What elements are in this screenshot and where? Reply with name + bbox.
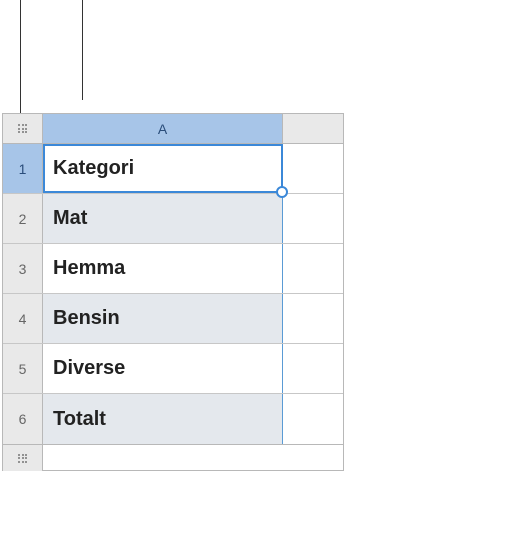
selection-handle[interactable]: [276, 186, 288, 198]
spreadsheet-table: A 1 Kategori 2 Mat 3 Hemma 4 Bensin 5 Diverse 6 Tot…: [2, 113, 344, 471]
table-row: 6 Totalt: [3, 394, 343, 444]
row-header-2[interactable]: 2: [3, 194, 43, 243]
row-header-3[interactable]: 3: [3, 244, 43, 293]
cell-extra: [283, 194, 343, 243]
row-number-label: 4: [19, 311, 27, 327]
data-rows: 1 Kategori 2 Mat 3 Hemma 4 Bensin 5 Diverse 6 Total…: [3, 144, 343, 444]
row-number-label: 6: [19, 411, 27, 427]
row-header-5[interactable]: 5: [3, 344, 43, 393]
row-header-1[interactable]: 1: [3, 144, 43, 193]
column-header-label: A: [158, 121, 167, 137]
cell-value: Bensin: [53, 307, 120, 330]
cell-extra: [283, 144, 343, 193]
cell-value: Kategori: [53, 157, 134, 180]
cell-extra: [283, 394, 343, 444]
row-number-label: 2: [19, 211, 27, 227]
column-header-A[interactable]: A: [43, 114, 283, 143]
row-number-label: 5: [19, 361, 27, 377]
cell-A1[interactable]: Kategori: [43, 144, 283, 193]
bottom-spacer: [43, 445, 343, 470]
callout-line-2: [82, 0, 83, 100]
grip-icon: [18, 454, 27, 463]
cell-A2[interactable]: Mat: [43, 194, 283, 243]
cell-A4[interactable]: Bensin: [43, 294, 283, 343]
add-row-handle[interactable]: [3, 445, 43, 471]
table-row: 1 Kategori: [3, 144, 343, 194]
cell-value: Mat: [53, 207, 87, 230]
cell-A3[interactable]: Hemma: [43, 244, 283, 293]
cell-value: Diverse: [53, 357, 125, 380]
table-row: 4 Bensin: [3, 294, 343, 344]
row-header-6[interactable]: 6: [3, 394, 43, 444]
cell-extra: [283, 294, 343, 343]
callout-line-1: [20, 0, 21, 113]
cell-value: Hemma: [53, 257, 125, 280]
row-number-label: 3: [19, 261, 27, 277]
grip-icon: [18, 124, 27, 133]
column-header-row: A: [3, 114, 343, 144]
cell-extra: [283, 244, 343, 293]
cell-value: Totalt: [53, 408, 106, 431]
cell-A6[interactable]: Totalt: [43, 394, 283, 444]
cell-A5[interactable]: Diverse: [43, 344, 283, 393]
table-row: 3 Hemma: [3, 244, 343, 294]
bottom-handle-row: [3, 444, 343, 470]
cell-extra: [283, 344, 343, 393]
row-header-4[interactable]: 4: [3, 294, 43, 343]
table-row: 5 Diverse: [3, 344, 343, 394]
column-header-extra[interactable]: [283, 114, 343, 143]
select-all-corner[interactable]: [3, 114, 43, 143]
table-row: 2 Mat: [3, 194, 343, 244]
row-number-label: 1: [19, 161, 27, 177]
